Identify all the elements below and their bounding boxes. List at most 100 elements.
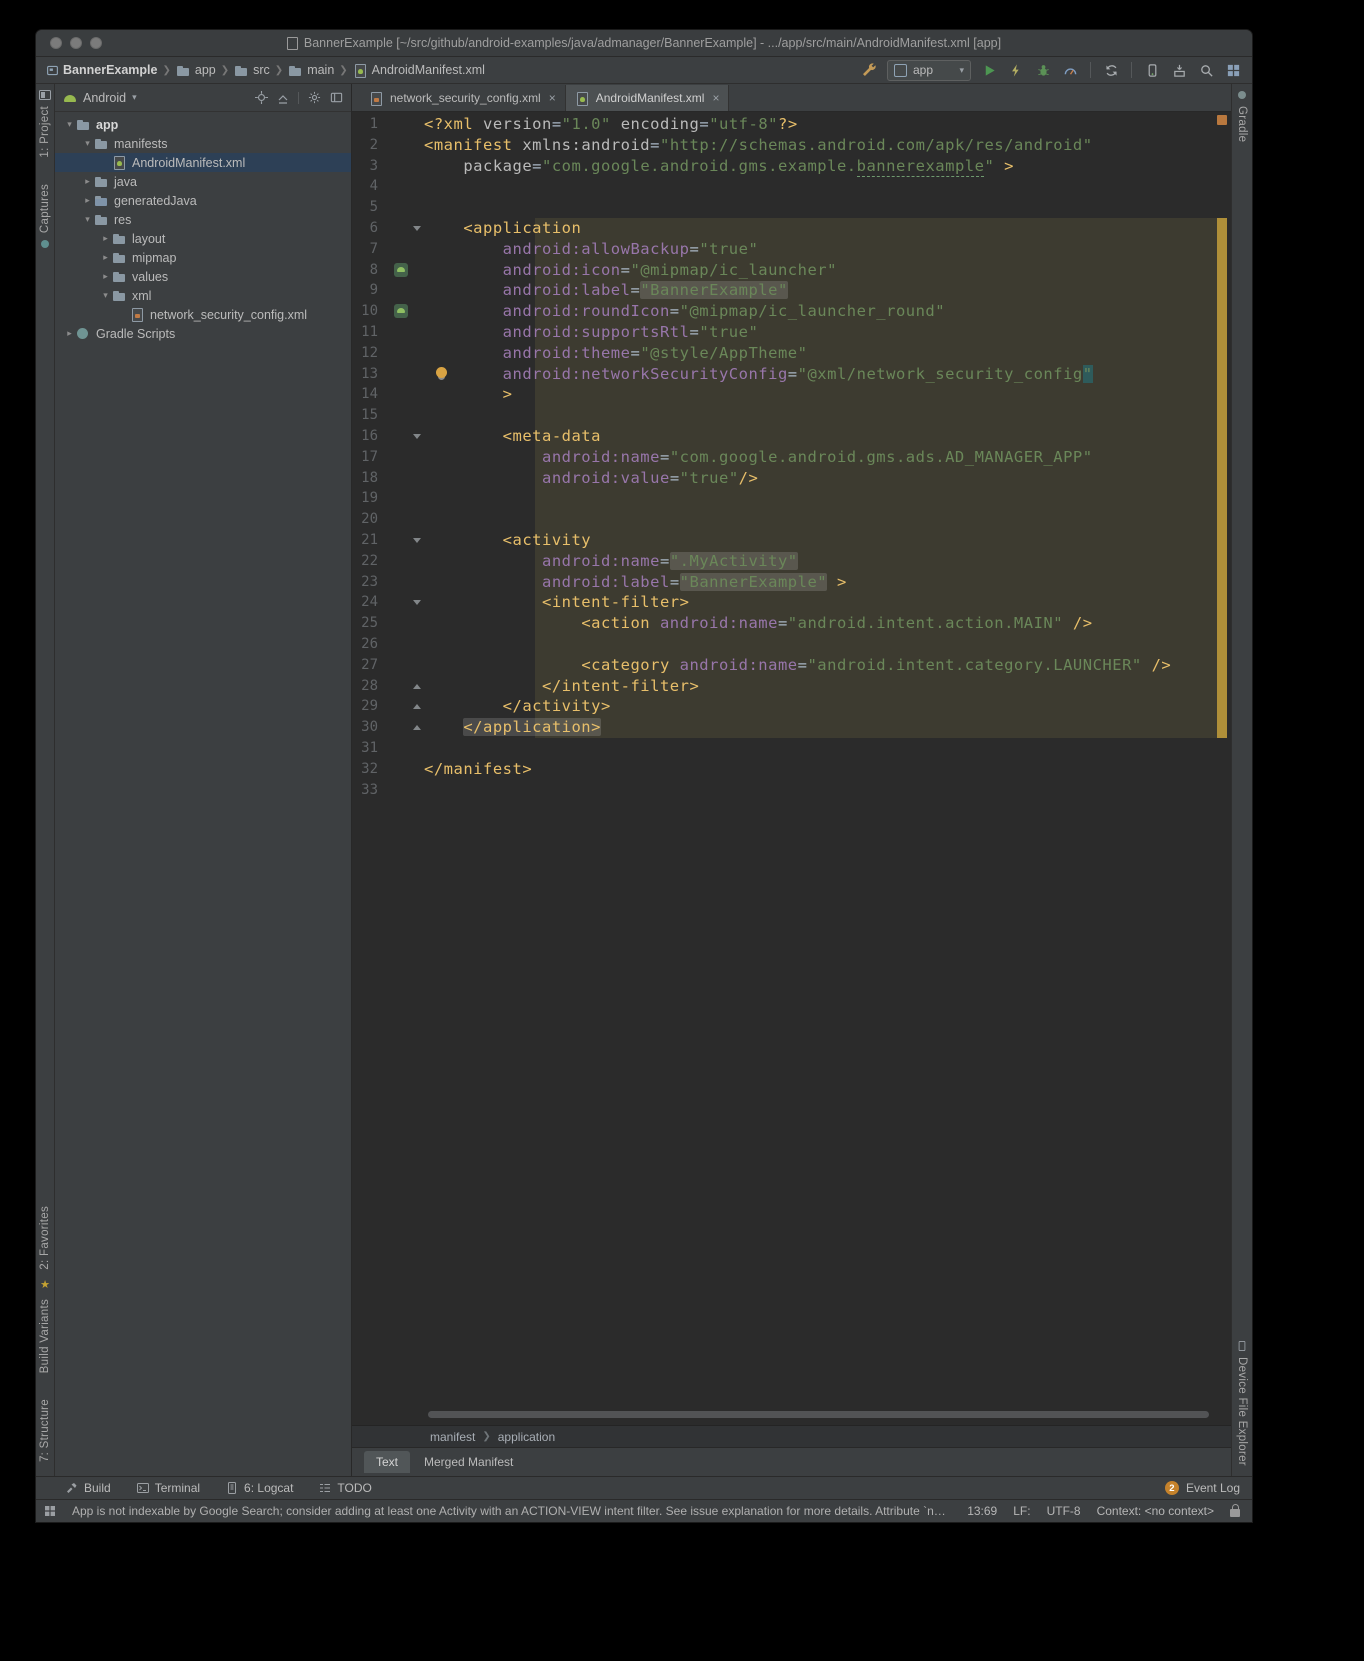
fold-marker[interactable] <box>413 684 421 689</box>
code-line[interactable] <box>424 634 1217 655</box>
code-line[interactable]: package="com.google.android.gms.example.… <box>424 156 1217 177</box>
fold-marker[interactable] <box>413 600 421 605</box>
code-line[interactable] <box>424 780 1217 801</box>
project-structure-button[interactable] <box>1224 61 1242 79</box>
apply-changes-icon[interactable] <box>1007 61 1025 79</box>
code-line[interactable] <box>424 738 1217 759</box>
close-window-button[interactable] <box>50 37 62 49</box>
lock-icon[interactable] <box>1230 1509 1240 1517</box>
tab-network-security-config[interactable]: network_security_config.xml × <box>360 85 566 111</box>
tool-button-logcat[interactable]: 6: Logcat <box>226 1481 293 1495</box>
tree-item-layout[interactable]: ▸layout <box>55 229 351 248</box>
caret-position[interactable]: 13:69 <box>967 1504 997 1518</box>
horizontal-scrollbar[interactable] <box>428 1411 1209 1418</box>
tree-item-mipmap[interactable]: ▸mipmap <box>55 248 351 267</box>
tree-item-network-security-config-xml[interactable]: network_security_config.xml <box>55 305 351 324</box>
line-separator-indicator[interactable]: LF: <box>1013 1504 1030 1518</box>
tool-button-build[interactable]: Build <box>66 1481 111 1495</box>
code-line[interactable]: android:supportsRtl="true" <box>424 322 1217 343</box>
collapse-all-icon[interactable] <box>276 91 290 105</box>
tree-item-manifests[interactable]: ▾manifests <box>55 134 351 153</box>
breadcrumb-manifest[interactable]: manifest <box>430 1430 475 1444</box>
code-line[interactable]: android:label="BannerExample" <box>424 280 1217 301</box>
tool-button-structure[interactable]: 7: Structure <box>39 1399 51 1462</box>
tab-android-manifest[interactable]: AndroidManifest.xml × <box>566 85 730 111</box>
code-line[interactable]: android:value="true"/> <box>424 468 1217 489</box>
tab-text[interactable]: Text <box>364 1451 410 1473</box>
sync-project-button[interactable] <box>1102 61 1120 79</box>
tool-window-switcher-icon[interactable] <box>44 1505 56 1517</box>
locate-file-icon[interactable] <box>254 91 268 105</box>
code-line[interactable]: </application> <box>424 717 1217 738</box>
run-configuration-select[interactable]: app ▾ <box>887 60 971 81</box>
code-line[interactable] <box>424 405 1217 426</box>
code-line[interactable]: <application <box>424 218 1217 239</box>
code-line[interactable]: <intent-filter> <box>424 592 1217 613</box>
code-line[interactable]: android:icon="@mipmap/ic_launcher" <box>424 260 1217 281</box>
tree-item-xml[interactable]: ▾xml <box>55 286 351 305</box>
code-line[interactable]: </intent-filter> <box>424 676 1217 697</box>
chevron-down-icon[interactable]: ▾ <box>63 119 76 130</box>
profiler-button[interactable] <box>1061 61 1079 79</box>
tree-item-gradle-scripts[interactable]: ▸Gradle Scripts <box>55 324 351 343</box>
sdk-manager-button[interactable] <box>1170 61 1188 79</box>
code-line[interactable]: <?xml version="1.0" encoding="utf-8"?> <box>424 114 1217 135</box>
chevron-down-icon[interactable]: ▾ <box>99 290 112 301</box>
chevron-right-icon[interactable]: ▸ <box>99 252 112 263</box>
code-line[interactable]: android:networkSecurityConfig="@xml/netw… <box>424 364 1217 385</box>
encoding-indicator[interactable]: UTF-8 <box>1047 1504 1081 1518</box>
minimize-window-button[interactable] <box>70 37 82 49</box>
fold-marker[interactable] <box>413 226 421 231</box>
fold-marker[interactable] <box>413 725 421 730</box>
code-line[interactable]: android:theme="@style/AppTheme" <box>424 343 1217 364</box>
search-icon[interactable] <box>1197 61 1215 79</box>
tab-merged-manifest[interactable]: Merged Manifest <box>412 1451 525 1473</box>
breadcrumb-main[interactable]: main <box>288 63 334 77</box>
avd-manager-button[interactable] <box>1143 61 1161 79</box>
tree-item-androidmanifest-xml[interactable]: AndroidManifest.xml <box>55 153 351 172</box>
breadcrumb-file[interactable]: AndroidManifest.xml <box>353 63 485 77</box>
inspection-warning-indicator[interactable] <box>1217 115 1227 125</box>
breadcrumb-application[interactable]: application <box>498 1430 555 1444</box>
debug-button[interactable] <box>1034 61 1052 79</box>
tool-button-build-variants[interactable]: Build Variants <box>39 1299 51 1373</box>
chevron-right-icon[interactable]: ▸ <box>99 233 112 244</box>
code-line[interactable] <box>424 176 1217 197</box>
wrench-icon[interactable] <box>860 61 878 79</box>
editor-surface[interactable]: 1234567891011121314151617181920212223242… <box>352 112 1231 1425</box>
tool-button-favorites[interactable]: 2: Favorites <box>39 1206 51 1270</box>
chevron-down-icon[interactable]: ▾ <box>132 92 137 103</box>
gear-icon[interactable] <box>307 91 321 105</box>
code-line[interactable]: <category android:name="android.intent.c… <box>424 655 1217 676</box>
android-launcher-icon[interactable] <box>394 263 408 277</box>
code-line[interactable]: android:allowBackup="true" <box>424 239 1217 260</box>
code-line[interactable]: <manifest xmlns:android="http://schemas.… <box>424 135 1217 156</box>
tool-button-device-file-explorer[interactable]: Device File Explorer <box>1236 1357 1248 1466</box>
chevron-right-icon[interactable]: ▸ <box>81 195 94 206</box>
code-line[interactable]: android:label="BannerExample" > <box>424 572 1217 593</box>
chevron-right-icon[interactable]: ▸ <box>99 271 112 282</box>
status-message[interactable]: App is not indexable by Google Search; c… <box>72 1504 951 1518</box>
code-line[interactable]: <meta-data <box>424 426 1217 447</box>
fold-marker[interactable] <box>413 434 421 439</box>
code-line[interactable]: android:name="com.google.android.gms.ads… <box>424 447 1217 468</box>
zoom-window-button[interactable] <box>90 37 102 49</box>
tree-item-res[interactable]: ▾res <box>55 210 351 229</box>
code-line[interactable] <box>424 488 1217 509</box>
close-icon[interactable]: × <box>549 91 556 105</box>
chevron-right-icon[interactable]: ▸ <box>63 328 76 339</box>
tool-button-captures[interactable]: Captures <box>39 184 51 233</box>
breadcrumb-module[interactable]: app <box>176 63 216 77</box>
code-line[interactable]: android:roundIcon="@mipmap/ic_launcher_r… <box>424 301 1217 322</box>
code-line[interactable]: </manifest> <box>424 759 1217 780</box>
tool-button-terminal[interactable]: Terminal <box>137 1481 200 1495</box>
android-launcher-icon[interactable] <box>394 304 408 318</box>
code-line[interactable] <box>424 509 1217 530</box>
breadcrumb-src[interactable]: src <box>234 63 270 77</box>
run-button[interactable] <box>980 61 998 79</box>
code-line[interactable]: <activity <box>424 530 1217 551</box>
tool-button-project[interactable]: 1: Project <box>39 106 51 158</box>
context-indicator[interactable]: Context: <no context> <box>1097 1504 1214 1518</box>
code-line[interactable]: <action android:name="android.intent.act… <box>424 613 1217 634</box>
breadcrumb-project[interactable]: BannerExample <box>46 63 157 77</box>
